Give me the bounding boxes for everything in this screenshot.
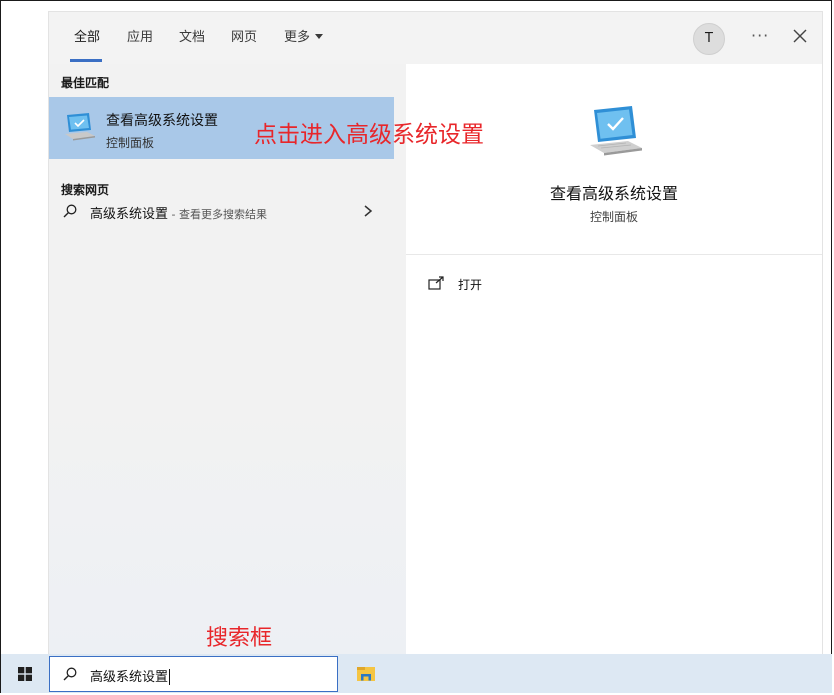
search-tabs-bar: 全部 应用 文档 网页 更多 T ··· (49, 12, 822, 65)
search-icon (63, 667, 77, 681)
results-background (49, 394, 406, 654)
monitor-icon (65, 113, 95, 141)
result-preview: 查看高级系统设置 控制面板 打开 (406, 64, 822, 654)
text-cursor (169, 668, 171, 685)
tab-apps[interactable]: 应用 (127, 30, 153, 46)
tab-web[interactable]: 网页 (231, 30, 257, 46)
chevron-down-icon (315, 34, 324, 39)
close-icon[interactable] (791, 27, 809, 45)
windows-start-icon[interactable] (18, 667, 32, 681)
tab-more[interactable]: 更多 (284, 30, 324, 46)
web-search-heading: 搜索网页 (61, 183, 110, 197)
search-icon (63, 204, 77, 218)
monitor-icon (590, 106, 642, 156)
web-query-text: 高级系统设置 (90, 207, 169, 222)
web-search-result[interactable]: 高级系统设置 - 查看更多搜索结果 (49, 198, 394, 228)
taskbar: 高级系统设置 (1, 654, 832, 693)
web-search-query: 高级系统设置 - 查看更多搜索结果 (90, 203, 267, 222)
open-external-icon (428, 276, 444, 290)
tab-more-label: 更多 (284, 30, 311, 45)
annotation-click-hint: 点击进入高级系统设置 (254, 122, 484, 148)
best-match-heading: 最佳匹配 (61, 76, 110, 90)
results-list: 最佳匹配 查看高级系统设置 控制面板 搜索网页 高级系统设置 - 查看更多搜索结… (49, 64, 406, 654)
taskbar-search-input[interactable]: 高级系统设置 (49, 656, 338, 692)
tab-all[interactable]: 全部 (74, 30, 100, 46)
file-explorer-icon[interactable] (357, 666, 375, 682)
best-match-title: 查看高级系统设置 (106, 113, 218, 129)
preview-divider (406, 254, 822, 255)
annotation-search-box: 搜索框 (206, 626, 273, 651)
preview-subtitle: 控制面板 (589, 210, 638, 224)
more-options-icon[interactable]: ··· (751, 26, 769, 45)
search-query-text: 高级系统设置 (90, 670, 169, 685)
chevron-right-icon (364, 205, 373, 217)
preview-title: 查看高级系统设置 (549, 184, 678, 203)
search-panel: 全部 应用 文档 网页 更多 T ··· 最佳匹配 查看高级系统设置 控制面板 … (49, 12, 822, 654)
user-avatar[interactable]: T (693, 23, 725, 55)
active-tab-indicator (70, 59, 102, 62)
tab-documents[interactable]: 文档 (179, 30, 205, 46)
open-action-label: 打开 (458, 278, 483, 292)
best-match-subtitle: 控制面板 (106, 136, 155, 150)
web-search-hint: - 查看更多搜索结果 (168, 208, 267, 221)
search-input-value: 高级系统设置 (90, 666, 171, 686)
